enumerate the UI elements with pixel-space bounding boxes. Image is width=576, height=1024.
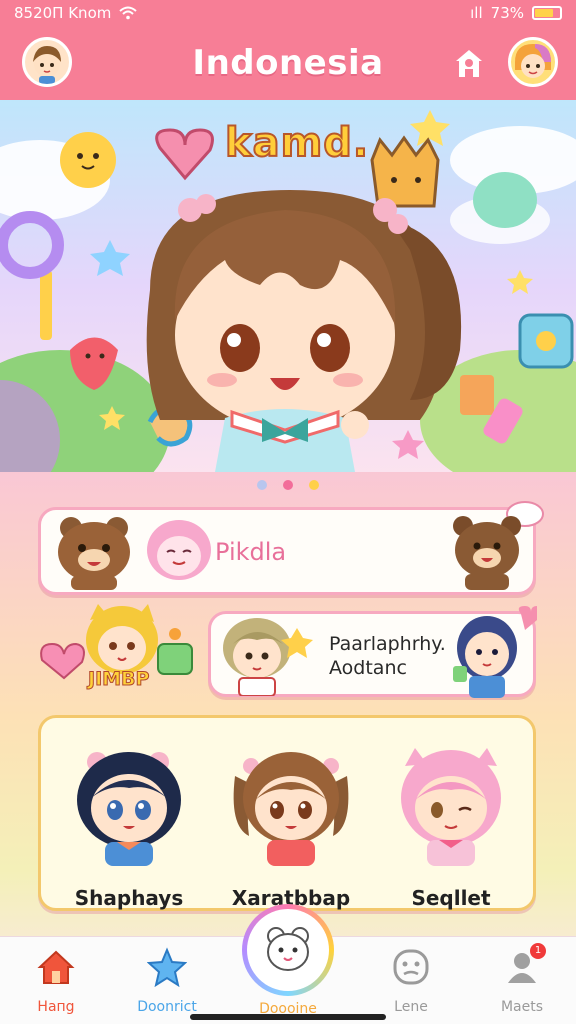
- pagination-dot-3[interactable]: [309, 480, 319, 490]
- feature-card-aodtanc[interactable]: Paarlaphrhy. Aodtanc: [208, 606, 537, 698]
- status-time: 8520Π Κnom: [14, 4, 112, 22]
- home-indicator: [190, 1014, 386, 1020]
- feature-card-pikdla[interactable]: Pikdla: [38, 501, 544, 595]
- nav-profile[interactable]: 1 Maets: [472, 943, 572, 1015]
- notification-badge: 1: [530, 943, 546, 959]
- blonde-boy-icon: [223, 618, 313, 696]
- status-right: ıll 73%: [470, 4, 562, 22]
- banner-pagination: [0, 480, 576, 490]
- navy-hair-chibi-icon: [77, 752, 181, 866]
- shop-button[interactable]: [449, 44, 489, 84]
- chibi-friend-icon: [515, 44, 551, 78]
- shop-icon: [456, 50, 482, 77]
- home-icon: [34, 945, 78, 989]
- character-name: Shaphays: [74, 886, 184, 910]
- pagination-dot-2[interactable]: [283, 480, 293, 490]
- pink-hair-chibi-icon: [401, 748, 501, 866]
- card-description-line1: Paarlaphrhy.: [329, 633, 446, 655]
- battery-icon: [532, 6, 562, 20]
- card-description: Paarlaphrhy. Aodtanc: [329, 632, 446, 680]
- dark-hair-girl-icon: [453, 606, 537, 698]
- chibi-avatar-icon: [33, 46, 61, 84]
- card-label: Pikdla: [215, 538, 287, 566]
- wifi-icon: [119, 6, 138, 20]
- brown-hair-chibi-icon: [233, 752, 349, 866]
- battery-level: [535, 9, 553, 17]
- character-shaphays[interactable]: Shaphays: [59, 736, 199, 910]
- banner-logo-text: kamd.: [224, 119, 370, 167]
- page-title: Indonesia: [192, 43, 384, 83]
- star-icon: [145, 945, 189, 989]
- battery-percent: 73%: [490, 4, 524, 22]
- character-seqllet[interactable]: Seqllet: [381, 736, 521, 910]
- nav-lene[interactable]: Lene: [361, 945, 461, 1015]
- card-description-line2: Aodtanc: [329, 657, 407, 679]
- center-pet-inner: [247, 909, 329, 991]
- nav-label: Doonrict: [137, 999, 197, 1015]
- character-name: Seqllet: [411, 886, 491, 910]
- sticker-caption: JIMBP: [87, 668, 150, 691]
- bear-waving-icon: [453, 501, 544, 590]
- nav-home[interactable]: Haпg: [6, 945, 106, 1015]
- character-xaratbbap[interactable]: Xaratbbap: [221, 736, 361, 910]
- app-header: Indonesia: [0, 26, 576, 100]
- hero-banner[interactable]: kamd.: [0, 100, 576, 472]
- friend-avatar[interactable]: [508, 37, 558, 87]
- user-avatar[interactable]: [22, 37, 72, 87]
- nav-label: Maets: [500, 999, 544, 1015]
- center-pet-button[interactable]: [242, 904, 334, 996]
- status-left: 8520Π Κnom: [14, 4, 138, 22]
- profile-icon: 1: [500, 943, 546, 989]
- nav-label: Lene: [394, 999, 428, 1015]
- pagination-dot-1[interactable]: [257, 480, 267, 490]
- sticker-jimbp[interactable]: JIMBP: [38, 600, 202, 700]
- character-select-card: Shaphays Xaratbbap Seqllet: [38, 715, 536, 911]
- face-icon: [389, 945, 433, 989]
- nav-label: Haпg: [37, 999, 75, 1015]
- center-pet-icon: [267, 927, 309, 971]
- nav-discover[interactable]: Doonrict: [117, 945, 217, 1015]
- signal-icon: ıll: [470, 4, 483, 22]
- bear-and-pink-friend-icon: [58, 517, 211, 590]
- mascot-girl: [146, 190, 462, 472]
- status-bar: 8520Π Κnom ıll 73%: [0, 0, 576, 26]
